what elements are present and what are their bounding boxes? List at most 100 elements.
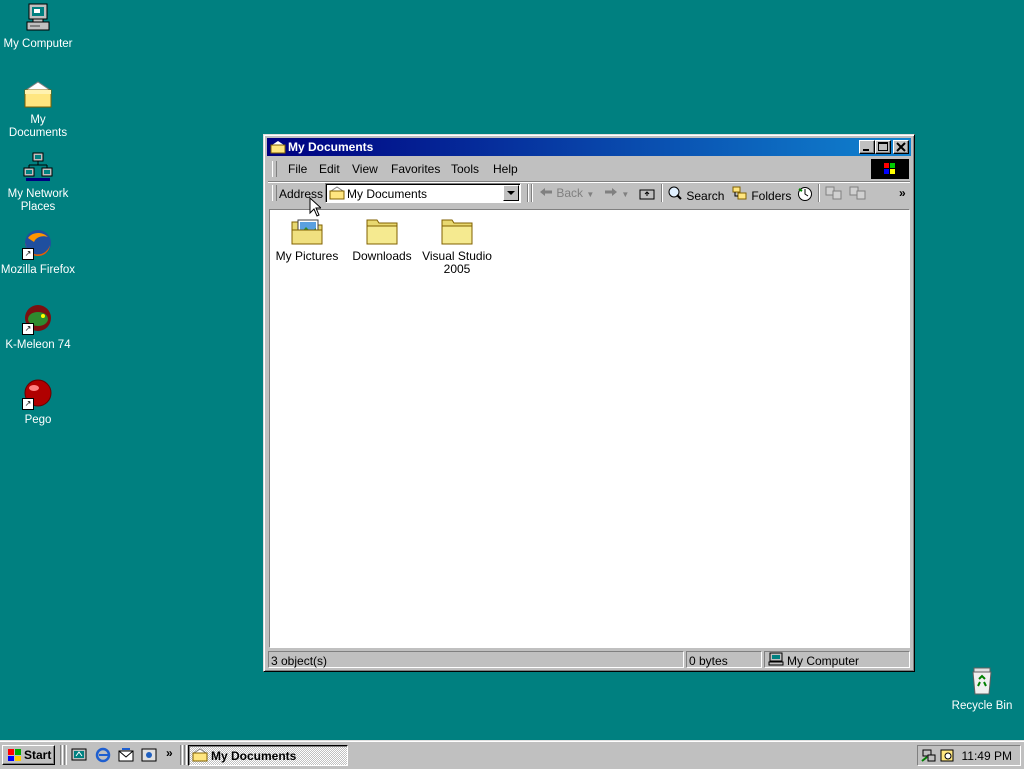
network-tray-icon[interactable] [921,747,937,763]
quicklaunch-internet-explorer-icon[interactable] [95,747,111,763]
desktop-icon-pego[interactable]: ↗ Pego [0,378,76,427]
up-folder-icon [639,189,655,200]
minimize-icon [863,149,869,151]
desktop-icon-label: Mozilla Firefox [0,264,76,276]
folder-icon [365,216,399,246]
desktop-icon-label: My Computer [3,38,73,50]
taskbar-separator [184,745,187,765]
forward-arrow-icon [605,188,617,196]
taskbar-separator [64,745,67,765]
status-bar: 3 object(s) 0 bytes My Computer [268,650,910,669]
maximize-icon [878,142,888,151]
network-places-icon [22,152,54,184]
desktop-icon-recycle-bin[interactable]: Recycle Bin [944,664,1020,713]
desktop-icon-firefox[interactable]: ↗ Mozilla Firefox [0,228,76,277]
folder-icon [329,186,345,203]
pego-icon: ↗ [22,378,54,410]
window-title: My Documents [288,140,374,154]
folder-item-label: Downloads [352,249,412,263]
windows-logo-icon [871,159,909,179]
back-arrow-icon [540,188,552,196]
status-size: 0 bytes [686,651,762,668]
close-button[interactable] [893,140,909,154]
system-tray: 11:49 PM [917,745,1021,766]
minimize-button[interactable] [859,140,875,154]
toolbar-grip[interactable] [272,185,277,201]
taskbar-clock[interactable]: 11:49 PM [962,749,1012,763]
menu-view[interactable]: View [352,162,378,176]
start-button[interactable]: Start [2,745,55,765]
status-location-label: My Computer [787,654,860,668]
copy-to-icon [849,186,866,200]
desktop-icon-k-meleon[interactable]: ↗ K-Meleon 74 [0,303,76,352]
folder-item-my-pictures[interactable]: My Pictures [271,216,343,263]
desktop-icon-network-places[interactable]: My Network Places [0,152,76,214]
desktop-icon-my-documents[interactable]: My Documents [0,78,76,140]
desktop-icon-label: Recycle Bin [951,700,1013,712]
address-combo[interactable]: My Documents [325,183,521,203]
desktop-icon-my-computer[interactable]: My Computer [0,2,76,51]
menu-favorites[interactable]: Favorites [391,162,440,176]
menu-edit[interactable]: Edit [319,162,340,176]
quicklaunch-media-icon[interactable] [141,747,157,763]
scheduler-tray-icon[interactable] [939,747,955,763]
title-bar[interactable]: My Documents [267,138,911,156]
move-to-button[interactable] [825,186,843,203]
toolbar-separator [661,184,663,202]
search-icon [668,186,682,200]
desktop-icon-label: My Network Places [7,188,69,213]
taskbar-button-label: My Documents [211,749,297,763]
toolbar-grip[interactable] [272,161,277,177]
menu-help[interactable]: Help [493,162,518,176]
folder-content-view[interactable]: My Pictures Downloads Visual Studio 2005 [269,209,910,648]
shortcut-arrow-icon: ↗ [22,323,34,335]
address-dropdown-button[interactable] [503,185,519,201]
up-folder-button[interactable] [639,186,655,203]
status-object-count: 3 object(s) [268,651,684,668]
search-button[interactable]: Search [667,186,724,203]
maximize-button[interactable] [875,140,891,154]
folder-icon [270,140,286,157]
folder-item-downloads[interactable]: Downloads [346,216,418,263]
folder-icon [192,748,208,762]
menu-tools[interactable]: Tools [451,162,479,176]
status-location: My Computer [764,651,910,668]
quicklaunch-show-desktop-icon[interactable] [71,747,87,763]
back-button[interactable]: Back ▼ [539,186,594,200]
my-computer-icon [22,2,54,34]
menu-file[interactable]: File [288,162,307,176]
windows-flag-icon [8,749,21,761]
recycle-bin-icon [966,664,998,696]
folder-icon [440,216,474,246]
close-icon [896,142,906,152]
taskbar-separator [60,745,63,765]
forward-button[interactable]: ▼ [604,186,629,200]
move-to-icon [825,186,842,200]
taskbar-button-my-documents[interactable]: My Documents [188,745,348,766]
toolbar-separator [527,184,529,202]
taskbar-separator [180,745,183,765]
toolbar-overflow-chevron-icon[interactable]: » [899,186,906,200]
folder-item-label: My Pictures [275,249,339,263]
desktop-icon-label: Pego [24,414,52,426]
menu-bar: File Edit View Favorites Tools Help [269,159,869,179]
taskbar: Start » My Documents 11:49 PM [0,740,1024,769]
toolbar-separator [531,184,533,202]
search-label: Search [686,189,725,203]
quicklaunch-outlook-express-icon[interactable] [118,747,134,763]
my-documents-icon [22,78,54,110]
address-value: My Documents [347,187,428,201]
start-label: Start [24,748,52,762]
folders-tree-icon [732,186,747,200]
k-meleon-icon: ↗ [22,303,54,335]
copy-to-button[interactable] [849,186,867,203]
folder-item-visual-studio-2005[interactable]: Visual Studio 2005 [421,216,493,276]
folders-button[interactable]: Folders [732,186,791,203]
desktop-icon-label: K-Meleon 74 [5,339,71,351]
pictures-folder-icon [290,216,324,246]
explorer-window: My Documents File Edit View Favorites To… [263,134,915,672]
chevron-down-icon [507,191,515,195]
history-button[interactable] [797,186,813,205]
shortcut-arrow-icon: ↗ [22,398,34,410]
desktop-icon-label: My Documents [8,114,68,139]
